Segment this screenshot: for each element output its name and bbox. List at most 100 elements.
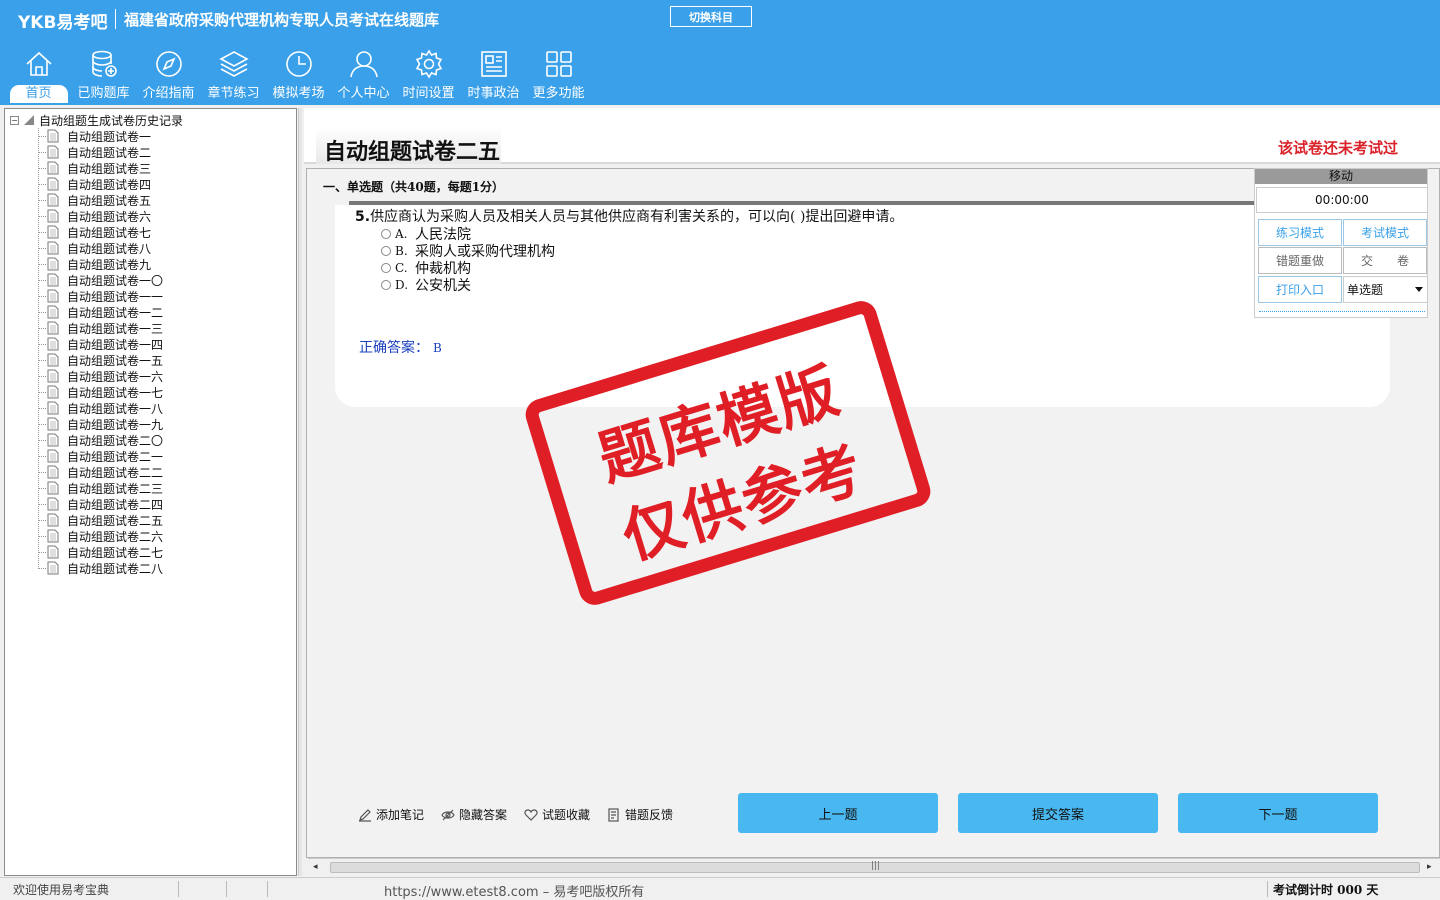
tree-item-label: 自动组题试卷四 bbox=[67, 177, 152, 192]
tree-item-label: 自动组题试卷七 bbox=[67, 225, 152, 240]
scroll-left-arrow-icon[interactable]: ◂ bbox=[313, 862, 318, 872]
tree-item-label: 自动组题试卷一八 bbox=[67, 401, 164, 416]
tree-item[interactable]: 自动组题试卷一五 bbox=[37, 352, 164, 368]
tree-item-label: 自动组题试卷一七 bbox=[67, 385, 164, 400]
radio-button[interactable] bbox=[381, 263, 391, 273]
document-icon bbox=[47, 193, 59, 207]
tree-item[interactable]: 自动组题试卷一六 bbox=[37, 368, 164, 384]
tree-item[interactable]: 自动组题试卷二六 bbox=[37, 528, 163, 544]
tree-item[interactable]: 自动组题试卷一九 bbox=[37, 416, 163, 432]
pencil-icon bbox=[359, 808, 371, 822]
submit-answer-button[interactable]: 提交答案 bbox=[958, 793, 1158, 833]
submit-paper-button[interactable]: 交 卷 bbox=[1343, 247, 1427, 274]
document-icon bbox=[47, 337, 59, 351]
tree-item[interactable]: 自动组题试卷八 bbox=[37, 240, 163, 256]
tree-item[interactable]: 自动组题试卷一四 bbox=[37, 336, 163, 352]
grip-icon: ||| bbox=[871, 861, 881, 871]
tree-item-label: 自动组题试卷一六 bbox=[67, 369, 164, 384]
nav-mock-exam[interactable]: 模拟考场 bbox=[266, 46, 331, 104]
nav-purchased-banks[interactable]: 已购题库 bbox=[71, 46, 136, 104]
practice-mode-button[interactable]: 练习模式 bbox=[1258, 219, 1342, 246]
app-logo: YKB易考吧 bbox=[18, 13, 108, 33]
document-icon bbox=[47, 209, 59, 223]
nav-guide[interactable]: 介绍指南 bbox=[136, 46, 201, 104]
section-heading: 一、单选题（共40题，每题1分） bbox=[323, 180, 505, 194]
switch-subject-button[interactable]: 切换科目 bbox=[670, 6, 752, 27]
panel-move-handle[interactable]: 移动 bbox=[1255, 169, 1427, 184]
tree-root[interactable]: − 自动组题生成试卷历史记录 bbox=[10, 112, 183, 128]
favorite-tool[interactable]: 试题收藏 bbox=[524, 806, 590, 823]
scroll-right-arrow-icon[interactable]: ▸ bbox=[1427, 862, 1432, 872]
tree-item[interactable]: 自动组题试卷一一 bbox=[37, 288, 163, 304]
app-header: YKB易考吧 福建省政府采购代理机构专职人员考试在线题库 切换科目 首页 已购题… bbox=[0, 0, 1440, 105]
grid-icon bbox=[545, 51, 572, 77]
scrollbar-thumb[interactable]: ||| bbox=[330, 861, 1420, 873]
option-letter: A. bbox=[395, 227, 408, 241]
print-button[interactable]: 打印入口 bbox=[1258, 276, 1342, 303]
redo-wrong-button[interactable]: 错题重做 bbox=[1258, 247, 1342, 274]
exam-timer: 00:00:00 bbox=[1256, 187, 1428, 213]
hide-answer-tool[interactable]: 隐藏答案 bbox=[441, 806, 507, 823]
nav-home[interactable]: 首页 bbox=[6, 46, 71, 104]
nav-more-functions[interactable]: 更多功能 bbox=[526, 46, 591, 104]
exam-mode-button[interactable]: 考试模式 bbox=[1343, 219, 1427, 246]
tree-item[interactable]: 自动组题试卷一二 bbox=[37, 304, 164, 320]
radio-button[interactable] bbox=[381, 280, 391, 290]
nav-personal-center[interactable]: 个人中心 bbox=[331, 46, 396, 104]
tree-item[interactable]: 自动组题试卷四 bbox=[37, 176, 163, 192]
tree-item[interactable]: 自动组题试卷二七 bbox=[37, 544, 163, 560]
tree-item[interactable]: 自动组题试卷一〇 bbox=[37, 272, 163, 288]
tree-item[interactable]: 自动组题试卷二四 bbox=[37, 496, 163, 512]
tree-item[interactable]: 自动组题试卷二一 bbox=[37, 448, 164, 464]
add-note-tool[interactable]: 添加笔记 bbox=[358, 806, 424, 823]
nav-label: 个人中心 bbox=[337, 86, 390, 101]
tree-item[interactable]: 自动组题试卷一三 bbox=[37, 320, 163, 336]
tree-item[interactable]: 自动组题试卷六 bbox=[37, 208, 163, 224]
document-icon bbox=[47, 481, 59, 495]
exam-status-text: 该试卷还未考试过 bbox=[1277, 139, 1398, 157]
next-question-button[interactable]: 下一题 bbox=[1178, 793, 1378, 833]
report-error-tool[interactable]: 错题反馈 bbox=[607, 806, 673, 823]
tree-item[interactable]: 自动组题试卷二八 bbox=[37, 560, 164, 576]
question-type-value: 单选题 bbox=[1347, 283, 1384, 297]
document-icon bbox=[47, 545, 59, 559]
nav-current-affairs[interactable]: 时事政治 bbox=[461, 46, 526, 104]
document-icon bbox=[47, 465, 59, 479]
tree-item-label: 自动组题试卷一二 bbox=[67, 305, 164, 320]
question-type-select[interactable]: 单选题 bbox=[1343, 276, 1428, 303]
status-copyright: https://www.etest8.com – 易考吧版权所有 bbox=[384, 885, 645, 900]
collapse-toggle-icon[interactable]: − bbox=[10, 115, 19, 125]
document-icon bbox=[47, 561, 59, 575]
tree-item[interactable]: 自动组题试卷二 bbox=[37, 144, 163, 160]
tree-item[interactable]: 自动组题试卷三 bbox=[37, 160, 163, 176]
tree-item[interactable]: 自动组题试卷二三 bbox=[37, 480, 163, 496]
horizontal-scrollbar[interactable]: ◂ ||| ▸ bbox=[308, 858, 1440, 876]
nav-label: 时事政治 bbox=[467, 86, 520, 101]
document-icon bbox=[47, 289, 59, 303]
tree-item[interactable]: 自动组题试卷二五 bbox=[37, 512, 163, 528]
nav-label: 首页 bbox=[9, 85, 68, 103]
app-title: 福建省政府采购代理机构专职人员考试在线题库 bbox=[124, 11, 440, 29]
tree-item[interactable]: 自动组题试卷一 bbox=[37, 128, 163, 144]
tree-item-label: 自动组题试卷二一 bbox=[67, 449, 164, 464]
panel-splitter[interactable] bbox=[298, 108, 302, 876]
nav-label: 时间设置 bbox=[402, 86, 455, 101]
tree-item[interactable]: 自动组题试卷五 bbox=[37, 192, 163, 208]
document-icon bbox=[47, 321, 59, 335]
tree-item[interactable]: 自动组题试卷七 bbox=[37, 224, 163, 240]
option-d[interactable]: D. 公安机关 bbox=[381, 275, 471, 295]
tree-item-label: 自动组题试卷一五 bbox=[67, 353, 164, 368]
radio-button[interactable] bbox=[381, 229, 391, 239]
tree-item[interactable]: 自动组题试卷一七 bbox=[37, 384, 164, 400]
tree-item[interactable]: 自动组题试卷九 bbox=[37, 256, 163, 272]
radio-button[interactable] bbox=[381, 246, 391, 256]
tree-item[interactable]: 自动组题试卷二〇 bbox=[37, 432, 163, 448]
tree-item-label: 自动组题试卷三 bbox=[67, 161, 152, 176]
nav-time-settings[interactable]: 时间设置 bbox=[396, 46, 461, 104]
tree-item[interactable]: 自动组题试卷一八 bbox=[37, 400, 164, 416]
tree-item-label: 自动组题试卷二八 bbox=[67, 561, 164, 576]
tree-item[interactable]: 自动组题试卷二二 bbox=[37, 464, 163, 480]
nav-chapter-practice[interactable]: 章节练习 bbox=[201, 46, 266, 104]
prev-question-button[interactable]: 上一题 bbox=[738, 793, 938, 833]
document-icon bbox=[47, 177, 59, 191]
